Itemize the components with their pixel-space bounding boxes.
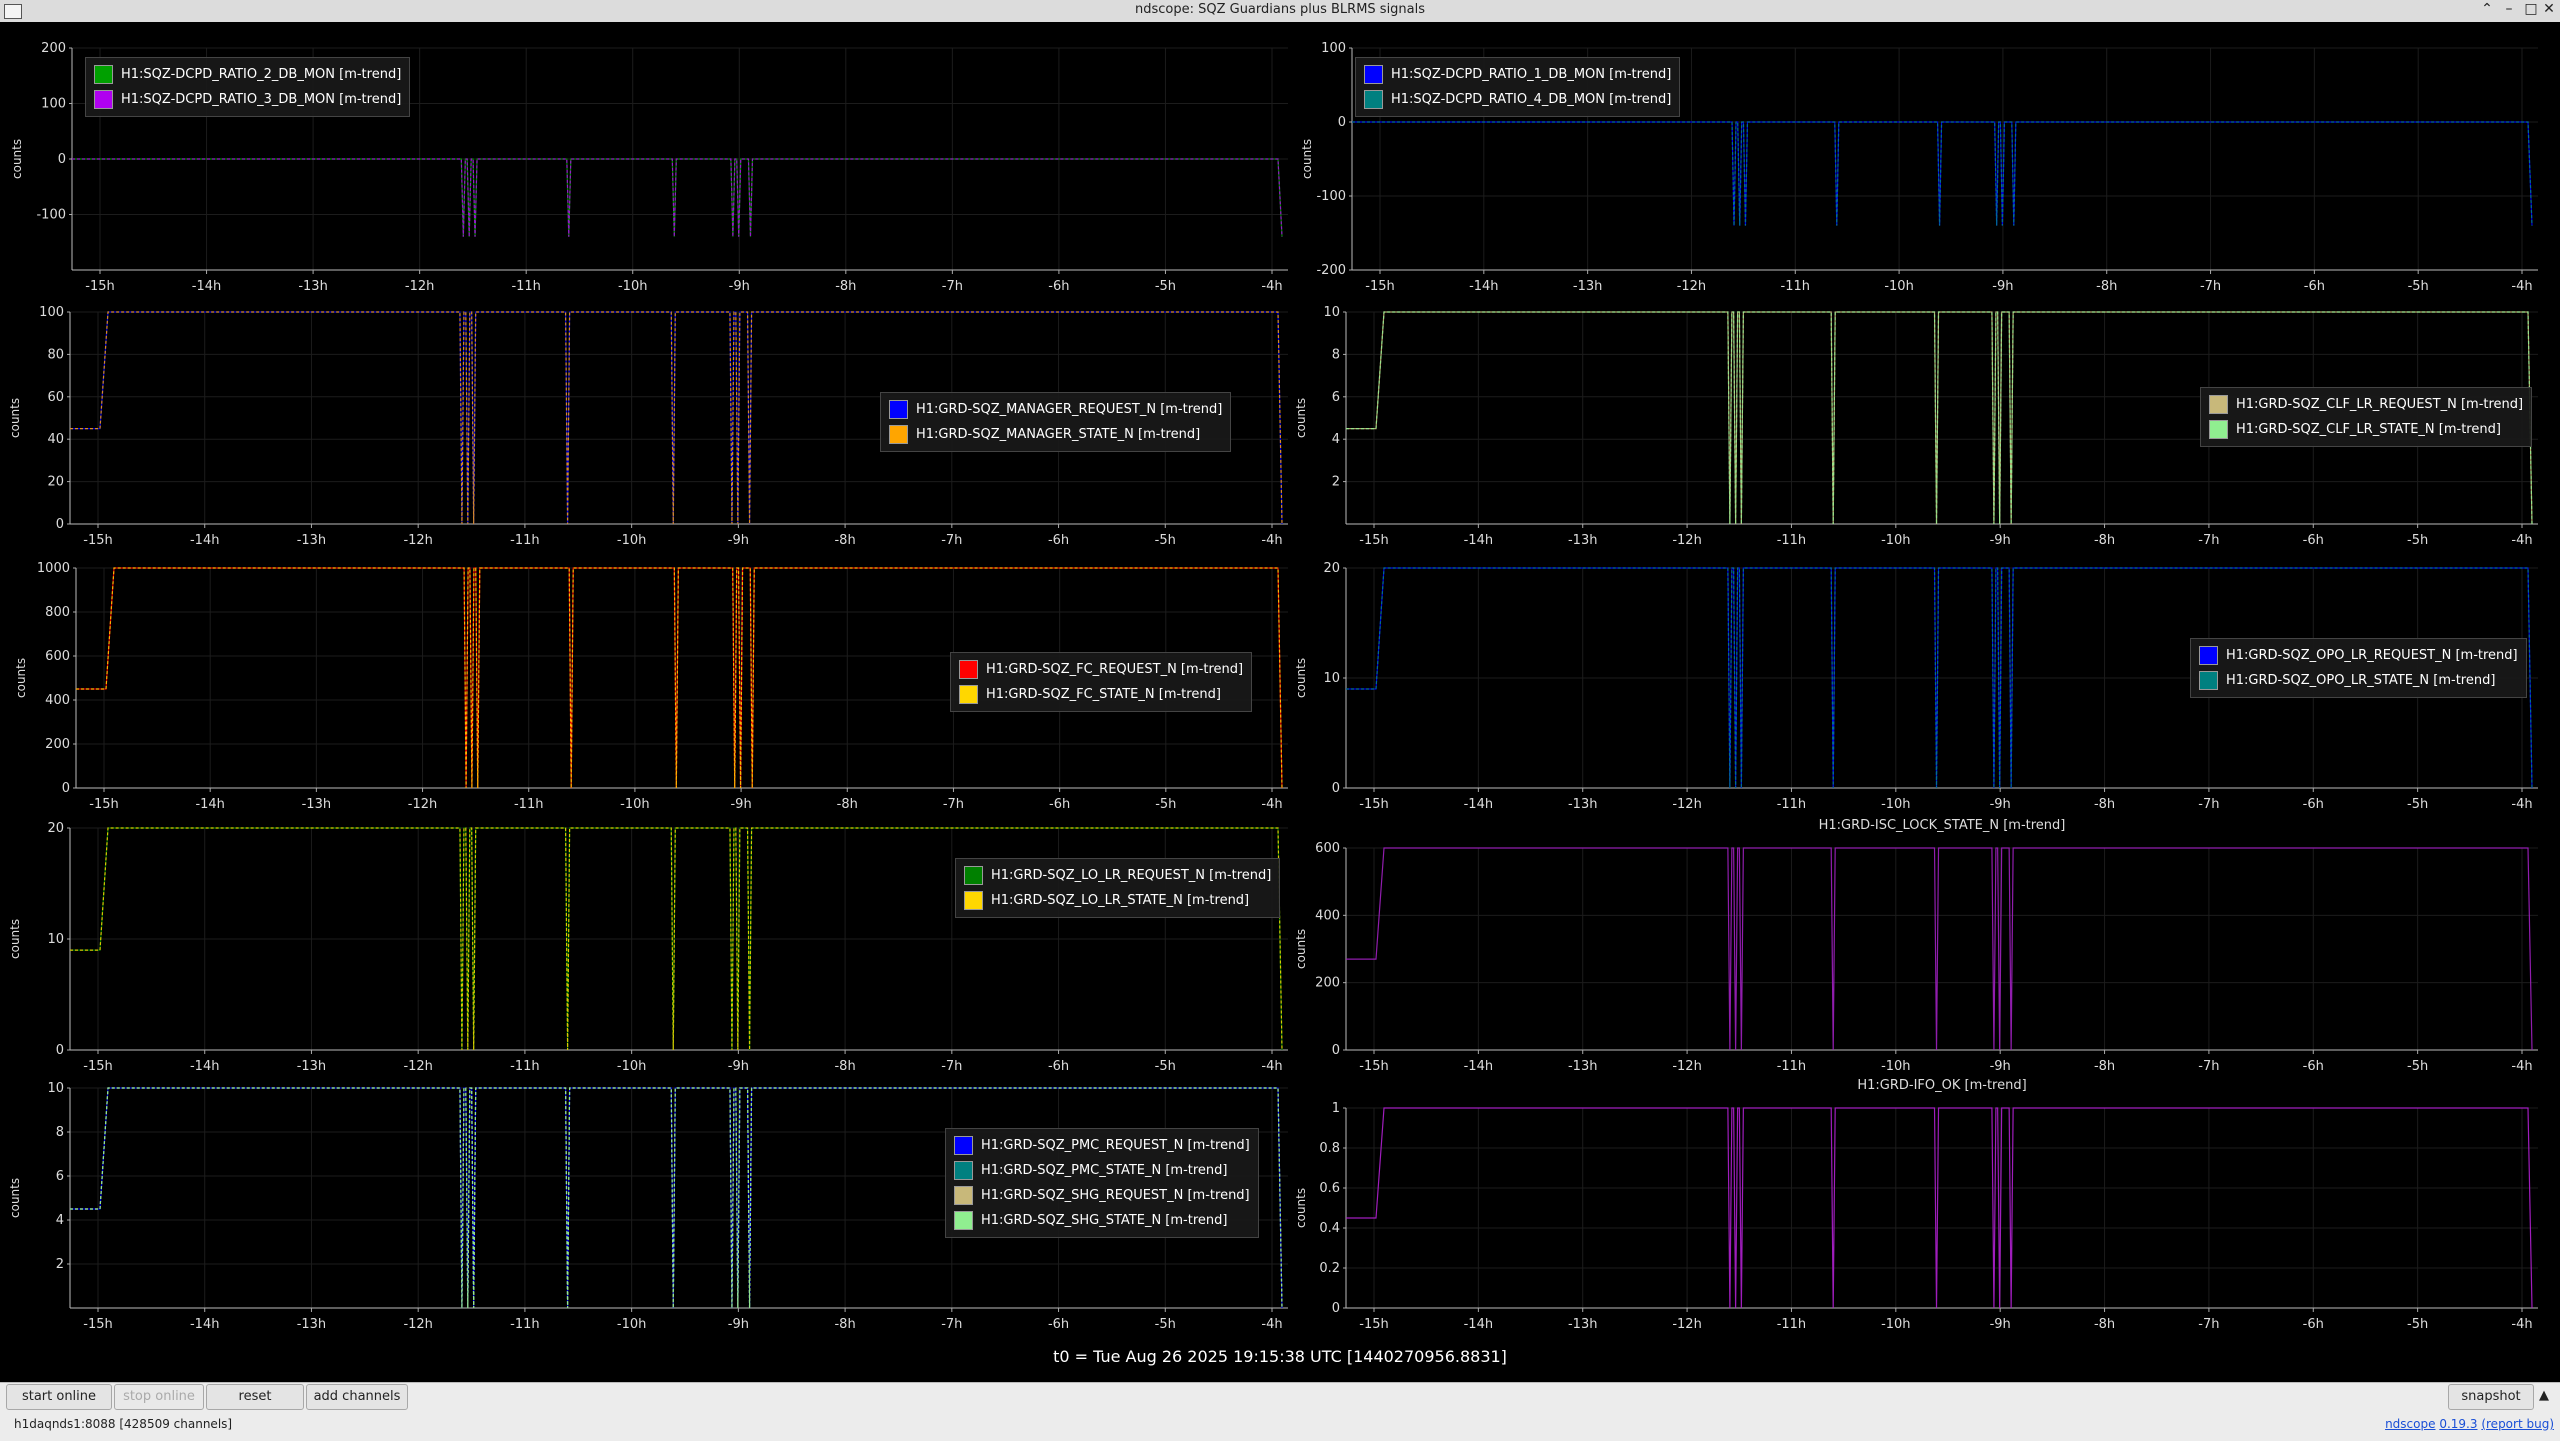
report-bug-link[interactable]: (report bug) [2481,1417,2554,1431]
t0-label: t0 = Tue Aug 26 2025 19:15:38 UTC [14402… [1053,1347,1507,1366]
server-address: h1daqnds1:8088 [14,1417,116,1431]
x-tick-label: -12h [1672,1317,1701,1332]
x-tick-label: -10h [1881,1317,1910,1332]
start-online-button[interactable]: start online [6,1384,112,1410]
y-tick-label: 0.8 [1319,1141,1340,1156]
version-info: ndscope 0.19.3 (report bug) [2385,1417,2554,1431]
reset-button[interactable]: reset [206,1384,304,1410]
window-title: ndscope: SQZ Guardians plus BLRMS signal… [1134,2,1426,17]
channel-count: [428509 channels] [119,1417,233,1431]
x-tick-label: -11h [1777,1317,1806,1332]
maximize-icon[interactable]: □ [2522,1,2540,17]
y-tick-label: 0.4 [1319,1221,1340,1236]
plot-grid[interactable]: -100 0 100 200 -15h -14h -13h -12h -11h -10h -9h -8… [0,22,2560,1382]
y-axis-label: counts [1294,1187,1308,1228]
x-tick-label: -8h [2094,1317,2115,1332]
minimize-icon[interactable]: – [2500,1,2518,17]
x-tick-label: -13h [1568,1317,1597,1332]
series-line [1346,1107,2533,1309]
y-tick-label: 0.2 [1319,1261,1340,1276]
expand-up-icon[interactable]: ▲ [2534,1384,2554,1408]
x-tick-label: -5h [2407,1317,2428,1332]
status-bar: h1daqnds1:8088 [428509 channels] [14,1417,232,1431]
y-tick-label: 0 [1332,1301,1340,1316]
ndscope-link[interactable]: ndscope [2385,1417,2435,1431]
x-tick-label: -6h [2303,1317,2324,1332]
version-link[interactable]: 0.19.3 [2439,1417,2477,1431]
plot-svg-10[interactable]: 0 0.2 0.4 0.6 0.8 1 -15h -14h -13h -12h -11h -10h -9… [0,22,2560,1382]
window-titlebar: ndscope: SQZ Guardians plus BLRMS signal… [0,0,2560,23]
x-tick-label: -7h [2198,1317,2219,1332]
snapshot-button[interactable]: snapshot [2448,1384,2534,1410]
close-icon[interactable]: ✕ [2540,1,2558,17]
y-tick-label: 0.6 [1319,1181,1340,1196]
x-tick-label: -14h [1464,1317,1493,1332]
chevron-up-icon[interactable]: ⌃ [2478,1,2496,17]
plot-title: H1:GRD-IFO_OK [m-trend] [1857,1078,2027,1093]
x-tick-label: -4h [2511,1317,2532,1332]
y-tick-label: 1 [1332,1101,1340,1116]
x-tick-label: -9h [1990,1317,2011,1332]
add-channels-button[interactable]: add channels [306,1384,408,1410]
stop-online-button[interactable]: stop online [114,1384,204,1410]
x-tick-label: -15h [1359,1317,1388,1332]
